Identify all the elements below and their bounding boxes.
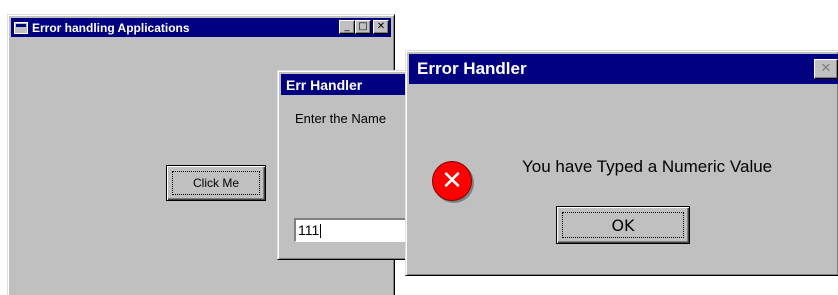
app-icon[interactable] [14,21,28,34]
minimize-icon: _ [344,21,350,32]
close-icon: ✕ [820,61,832,76]
input-prompt: Enter the Name [295,111,387,126]
name-input-value: 111 [298,222,320,238]
error-icon: ✕ [432,161,472,201]
message-box-title-bar[interactable]: Error Handler [409,54,838,84]
error-x-glyph: ✕ [441,166,463,196]
close-icon: ✕ [376,21,386,32]
click-me-button[interactable]: Click Me [166,165,266,201]
maximize-button[interactable]: □ [355,20,371,34]
text-caret [320,224,322,239]
input-dialog-title: Err Handler [286,76,363,93]
error-message-box: Error Handler ✕ ✕ You have Typed a Numer… [405,50,838,276]
message-box-title: Error Handler [417,59,527,78]
error-message: You have Typed a Numeric Value [522,157,773,176]
main-window-title: Error handling Applications [32,20,190,35]
ok-button[interactable]: OK [556,206,690,244]
maximize-icon: □ [358,21,368,32]
focus-rectangle [562,212,684,238]
minimize-button[interactable]: _ [339,20,355,34]
main-title-bar[interactable]: Error handling Applications [11,18,391,37]
close-button[interactable]: ✕ [373,20,389,34]
message-box-close-button[interactable]: ✕ [814,59,838,79]
focus-rectangle [172,171,260,195]
